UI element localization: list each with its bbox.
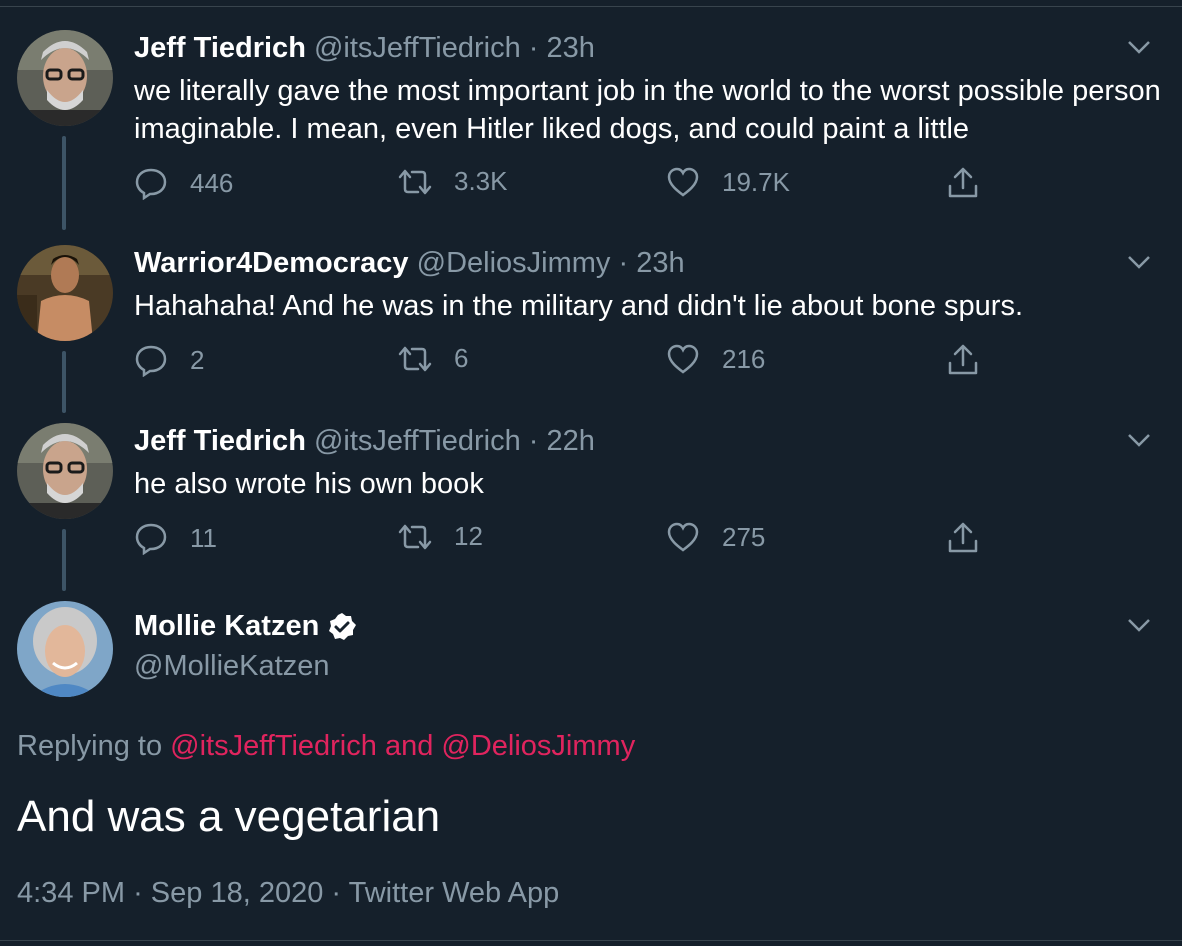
retweet-count: 12 xyxy=(454,521,483,551)
separator-dot: · xyxy=(133,877,143,909)
tweet-text: Hahahaha! And he was in the military and… xyxy=(134,290,1024,322)
retweet-icon xyxy=(398,169,432,194)
tweet-text: we literally gave the most important job… xyxy=(134,75,1161,145)
tweet-time[interactable]: 4:34 PM xyxy=(17,877,125,909)
thread-connector xyxy=(62,529,66,591)
tweet-date[interactable]: Sep 18, 2020 xyxy=(151,877,324,909)
reply-button[interactable]: 2 xyxy=(134,343,204,377)
author-handle[interactable]: @itsJeffTiedrich xyxy=(314,425,521,457)
chevron-down-icon[interactable] xyxy=(1126,612,1152,638)
verified-badge-icon xyxy=(329,612,357,640)
main-tweet-text: And was a vegetarian xyxy=(17,792,441,841)
tweet-2[interactable]: Warrior4Democracy @DeliosJimmy · 23h Hah… xyxy=(0,245,1182,415)
like-count: 216 xyxy=(722,343,766,374)
chevron-down-icon[interactable] xyxy=(1126,249,1152,275)
avatar-warrior4democracy[interactable] xyxy=(17,245,113,341)
reply-count: 11 xyxy=(190,522,217,553)
tweet-3[interactable]: Jeff Tiedrich @itsJeffTiedrich · 22h he … xyxy=(0,423,1182,593)
tweet-text: he also wrote his own book xyxy=(134,468,484,500)
author-name[interactable]: Jeff Tiedrich xyxy=(134,32,306,64)
share-icon xyxy=(948,344,978,375)
reply-count: 446 xyxy=(190,167,234,198)
tweet-1[interactable]: Jeff Tiedrich @itsJeffTiedrich · 23h we … xyxy=(0,30,1182,230)
retweet-button[interactable]: 12 xyxy=(396,521,483,552)
author-name[interactable]: Jeff Tiedrich xyxy=(134,425,306,457)
tweet-actions: 11 12 275 xyxy=(134,521,994,561)
share-button[interactable] xyxy=(946,166,980,200)
avatar-jeff-tiedrich[interactable] xyxy=(17,30,113,126)
mention-and[interactable]: and xyxy=(385,730,433,762)
tweet-time[interactable]: 22h xyxy=(547,425,595,457)
separator-dot: · xyxy=(331,877,342,909)
avatar-jeff-tiedrich[interactable] xyxy=(17,423,113,519)
like-button[interactable]: 216 xyxy=(666,343,765,375)
replying-prefix: Replying to xyxy=(17,730,163,762)
reply-icon xyxy=(135,168,167,200)
main-author-handle[interactable]: @MollieKatzen xyxy=(134,650,329,683)
thread-connector xyxy=(62,351,66,413)
separator-dot: · xyxy=(528,32,539,64)
tweet-header: Jeff Tiedrich @itsJeffTiedrich · 22h xyxy=(134,423,595,459)
tweet-header: Warrior4Democracy @DeliosJimmy · 23h xyxy=(134,245,685,281)
retweet-icon xyxy=(398,346,432,371)
tweet-actions: 2 6 216 xyxy=(134,343,994,383)
tweet-header: Jeff Tiedrich @itsJeffTiedrich · 23h xyxy=(134,30,595,66)
bottom-divider xyxy=(0,940,1182,941)
share-icon xyxy=(948,522,978,553)
reply-count: 2 xyxy=(190,344,205,375)
retweet-button[interactable]: 6 xyxy=(396,343,468,374)
heart-icon xyxy=(667,167,699,197)
retweet-icon xyxy=(398,524,432,549)
reply-icon xyxy=(135,523,167,555)
separator-dot: · xyxy=(528,425,539,457)
tweet-source[interactable]: Twitter Web App xyxy=(349,877,560,909)
like-button[interactable]: 19.7K xyxy=(666,166,790,198)
share-button[interactable] xyxy=(946,343,980,377)
like-button[interactable]: 275 xyxy=(666,521,765,553)
avatar-mollie-katzen[interactable] xyxy=(17,601,113,697)
thread-connector xyxy=(62,136,66,230)
reply-button[interactable]: 446 xyxy=(134,166,233,200)
author-handle[interactable]: @DeliosJimmy xyxy=(417,247,611,279)
chevron-down-icon[interactable] xyxy=(1126,34,1152,60)
heart-icon xyxy=(667,344,699,374)
like-count: 19.7K xyxy=(722,166,790,197)
reply-button[interactable]: 11 xyxy=(134,521,217,555)
retweet-button[interactable]: 3.3K xyxy=(396,166,508,197)
mention-link[interactable]: @DeliosJimmy xyxy=(441,730,635,762)
top-divider xyxy=(0,0,1182,7)
retweet-count: 3.3K xyxy=(454,166,508,196)
tweet-time[interactable]: 23h xyxy=(636,247,684,279)
reply-icon xyxy=(135,345,167,377)
author-handle[interactable]: @itsJeffTiedrich xyxy=(314,32,521,64)
retweet-count: 6 xyxy=(454,343,469,373)
tweet-actions: 446 3.3K 19.7K xyxy=(134,166,994,206)
share-icon xyxy=(948,167,978,198)
chevron-down-icon[interactable] xyxy=(1126,427,1152,453)
heart-icon xyxy=(667,522,699,552)
share-button[interactable] xyxy=(946,521,980,555)
main-author-name-row: Mollie Katzen xyxy=(134,610,357,643)
main-author-name[interactable]: Mollie Katzen xyxy=(134,610,319,643)
tweet-time[interactable]: 23h xyxy=(547,32,595,64)
author-name[interactable]: Warrior4Democracy xyxy=(134,247,409,279)
like-count: 275 xyxy=(722,521,766,552)
replying-to-line: Replying to @itsJeffTiedrich and @Delios… xyxy=(17,730,635,763)
tweet-timestamp: 4:34 PM · Sep 18, 2020 · Twitter Web App xyxy=(17,877,559,910)
mention-link[interactable]: @itsJeffTiedrich xyxy=(170,730,377,762)
separator-dot: · xyxy=(618,247,629,279)
